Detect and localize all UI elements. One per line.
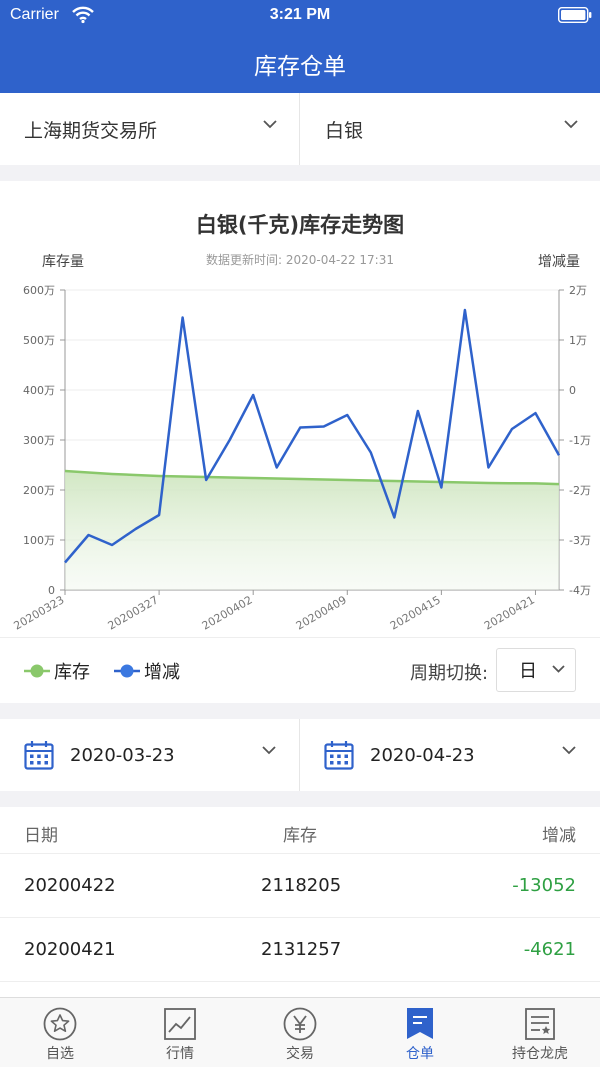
inventory-table: 日期 库存 增减 20200422 2118205 -13052 2020042…: [0, 807, 600, 997]
x-tick-label: 20200323: [12, 593, 67, 632]
legend-change[interactable]: 增减: [114, 658, 180, 684]
table-header: 日期 库存 增减: [0, 807, 600, 854]
x-tick-label: 20200409: [294, 593, 349, 632]
y2-tick-label: 0: [569, 384, 576, 397]
status-time: 3:21 PM: [269, 6, 331, 23]
chevron-down-icon: [564, 120, 578, 129]
page-title: 库存仓单: [254, 54, 346, 80]
y2-tick-label: -2万: [569, 484, 591, 497]
chevron-down-icon: [262, 746, 276, 755]
product-select[interactable]: 白银: [325, 93, 600, 165]
legend-stock-marker-icon: [24, 664, 50, 678]
tab-label: 自选: [46, 1046, 74, 1062]
x-tick-label: 20200402: [200, 593, 255, 632]
tab-label: 仓单: [406, 1046, 434, 1062]
calendar-icon: [324, 741, 354, 770]
filter-bar: 上海期货交易所 白银: [0, 93, 600, 165]
chart-line-icon: [164, 1008, 196, 1040]
tab-trade[interactable]: 交易: [240, 998, 360, 1067]
battery-icon: [558, 7, 592, 23]
legend-change-label: 增减: [144, 662, 180, 683]
start-date-picker[interactable]: 2020-03-23: [24, 719, 299, 791]
y2-tick-label: -4万: [569, 584, 591, 597]
period-select[interactable]: 日: [496, 648, 576, 692]
legend-change-marker-icon: [114, 664, 140, 678]
exchange-select-value: 上海期货交易所: [24, 119, 158, 142]
tab-favorites[interactable]: 自选: [0, 998, 120, 1067]
y2-tick-label: 1万: [569, 334, 587, 347]
x-tick-label: 20200421: [482, 593, 537, 632]
left-axis-label: 库存量: [42, 254, 84, 270]
y-tick-label: 100万: [23, 534, 55, 547]
selector-divider: [299, 93, 300, 165]
legend-stock[interactable]: 库存: [24, 658, 90, 684]
legend-row: 库存 增减 周期切换: 日: [0, 637, 600, 703]
tab-label: 交易: [286, 1046, 314, 1062]
chart-update-time: 数据更新时间: 2020-04-22 17:31: [206, 253, 394, 267]
tab-quotes[interactable]: 行情: [120, 998, 240, 1067]
tab-bar: 自选 行情 交易 仓单 持仓龙虎: [0, 997, 600, 1067]
row-stock: 2131257: [261, 939, 342, 960]
product-select-value: 白银: [325, 119, 364, 142]
start-date-value: 2020-03-23: [70, 744, 175, 766]
y2-tick-label: -1万: [569, 434, 591, 447]
top-bar: Carrier 3:21 PM 库存仓单: [0, 0, 600, 93]
calendar-icon: [24, 741, 54, 770]
exchange-select[interactable]: 上海期货交易所: [24, 93, 299, 165]
status-bar: Carrier 3:21 PM: [0, 0, 600, 32]
row-date: 20200422: [24, 875, 116, 896]
list-star-icon: [525, 1008, 555, 1040]
chevron-down-icon: [552, 665, 565, 673]
yen-icon: [283, 1007, 317, 1041]
legend-stock-label: 库存: [54, 662, 90, 683]
end-date-value: 2020-04-23: [370, 744, 475, 766]
tab-label: 持仓龙虎: [512, 1046, 568, 1062]
star-icon: [43, 1007, 77, 1041]
y-tick-label: 200万: [23, 484, 55, 497]
chevron-down-icon: [263, 120, 277, 129]
chevron-down-icon: [562, 746, 576, 755]
tab-warehouse-receipts[interactable]: 仓单: [360, 998, 480, 1067]
table-row[interactable]: 20200421 2131257 -4621: [0, 918, 600, 982]
chart-title: 白银(千克)库存走势图: [195, 213, 405, 237]
row-stock: 2118205: [261, 875, 342, 896]
column-header-date: 日期: [24, 826, 58, 846]
right-axis-label: 增减量: [538, 254, 580, 270]
x-tick-label: 20200415: [388, 593, 443, 632]
y2-tick-label: -3万: [569, 534, 591, 547]
y-tick-label: 500万: [23, 334, 55, 347]
column-header-change: 增减: [542, 826, 576, 846]
bookmark-icon: [407, 1008, 433, 1039]
row-change: -4621: [523, 939, 576, 960]
inventory-chart: 0 100万 200万 300万 400万 500万 600万 -4万 -3万 -2万 -1万 0 1万…: [12, 284, 591, 633]
table-row[interactable]: 20200422 2118205 -13052: [0, 854, 600, 918]
period-label: 周期切换:: [410, 663, 489, 684]
end-date-picker[interactable]: 2020-04-23: [324, 719, 600, 791]
y-tick-label: 400万: [23, 384, 55, 397]
stock-area: [65, 471, 559, 590]
tab-label: 行情: [166, 1046, 194, 1062]
period-select-value: 日: [519, 661, 537, 682]
x-tick-label: 20200327: [106, 593, 161, 632]
row-change: -13052: [512, 875, 576, 896]
date-divider: [299, 719, 300, 791]
tab-positions-ranking[interactable]: 持仓龙虎: [480, 998, 600, 1067]
column-header-stock: 库存: [283, 826, 317, 846]
row-date: 20200421: [24, 939, 116, 960]
y-tick-label: 600万: [23, 284, 55, 297]
y-tick-label: 300万: [23, 434, 55, 447]
date-range-bar: 2020-03-23 2020-04-23: [0, 719, 600, 791]
chart-card: 0 100万 200万 300万 400万 500万 600万 -4万 -3万 -2万 -1万 0 1万…: [0, 181, 600, 703]
y2-tick-label: 2万: [569, 284, 587, 297]
y-tick-label: 0: [48, 584, 55, 597]
